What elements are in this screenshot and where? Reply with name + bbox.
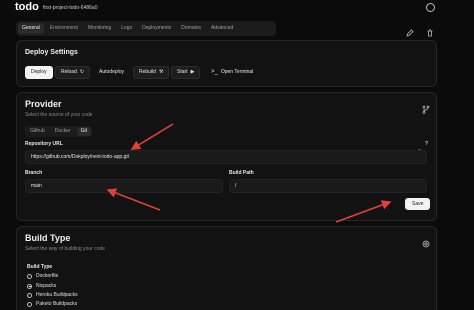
autodeploy-label: Autodeploy: [99, 69, 125, 75]
open-terminal-label: Open Terminal: [220, 69, 254, 75]
lock-icon: [417, 142, 422, 155]
branch-label: Branch: [25, 170, 43, 176]
save-label: Save: [412, 201, 424, 207]
tab-deployments[interactable]: Deployments: [138, 23, 175, 34]
main-tabs: General Environment Monitoring Logs Depl…: [16, 21, 276, 36]
radio-dockerfile[interactable]: Dockerfile: [27, 273, 58, 279]
project-name: first-project-todo-6486a0: [43, 5, 98, 11]
terminal-icon: >_: [211, 69, 218, 75]
app-logo: todo: [15, 1, 39, 13]
tab-git[interactable]: Git: [76, 127, 91, 136]
repository-url-label: Repository URL: [25, 141, 63, 147]
deploy-button[interactable]: Deploy: [25, 66, 53, 79]
tab-docker[interactable]: Docker: [51, 127, 75, 136]
deploy-settings-card: Deploy Settings Deploy Reload ↻ Autodepl…: [16, 40, 437, 87]
build-path-input[interactable]: /: [229, 179, 427, 193]
tab-environment[interactable]: Environment: [46, 23, 82, 34]
build-type-subtitle: Select the way of building your code: [25, 246, 106, 252]
branch-input[interactable]: main: [25, 179, 223, 193]
radio-nixpacks-label: Nixpacks: [36, 283, 57, 289]
radio-paketo[interactable]: Paketo Buildpacks: [27, 301, 77, 307]
delete-icon[interactable]: [426, 24, 434, 37]
edit-icon[interactable]: [406, 24, 414, 37]
radio-heroku-label: Heroku Buildpacks: [36, 292, 78, 298]
tab-advanced[interactable]: Advanced: [207, 23, 237, 34]
play-circle-icon: ▶: [190, 69, 195, 75]
tab-github[interactable]: Github: [26, 127, 49, 136]
rebuild-label: Rebuild: [139, 69, 156, 75]
save-button[interactable]: Save: [405, 198, 431, 210]
reload-button[interactable]: Reload ↻: [55, 66, 91, 79]
deploy-settings-title: Deploy Settings: [25, 49, 78, 56]
repository-url-input[interactable]: https://github.com/Dokploy/next-todo-app…: [25, 150, 427, 164]
build-type-label: Build Type: [27, 264, 53, 270]
provider-card: Provider Select the source of your code …: [16, 92, 437, 221]
start-label: Start: [177, 69, 188, 75]
radio-selected-icon: [27, 283, 32, 289]
radio-circle-icon: [27, 273, 32, 279]
deploy-label: Deploy: [31, 69, 47, 75]
build-type-card: Build Type Select the way of building yo…: [16, 226, 437, 310]
provider-subtitle: Select the source of your code: [25, 112, 93, 118]
radio-paketo-label: Paketo Buildpacks: [36, 301, 78, 307]
build-path-label: Build Path: [229, 170, 254, 176]
start-button[interactable]: Start ▶: [171, 66, 201, 79]
radio-circle-icon: [27, 292, 32, 298]
autodeploy-button[interactable]: Autodeploy: [93, 66, 130, 79]
reload-label: Reload: [61, 69, 77, 75]
open-terminal-button[interactable]: >_ Open Terminal: [205, 66, 259, 79]
gear-icon[interactable]: [422, 235, 430, 248]
tab-domains[interactable]: Domains: [177, 23, 205, 34]
radio-dockerfile-label: Dockerfile: [36, 273, 59, 279]
tab-general[interactable]: General: [18, 23, 44, 34]
radio-heroku[interactable]: Heroku Buildpacks: [27, 292, 78, 298]
radio-nixpacks[interactable]: Nixpacks: [27, 283, 56, 289]
radio-circle-icon: [27, 301, 32, 307]
help-icon[interactable]: ?: [425, 141, 428, 147]
tab-monitoring[interactable]: Monitoring: [84, 23, 115, 34]
settings-globe-icon[interactable]: [426, 3, 435, 12]
hammer-icon: ⚒: [158, 69, 164, 75]
git-branch-icon: [422, 101, 430, 114]
provider-tabs: Github Docker Git: [25, 126, 92, 137]
tab-logs[interactable]: Logs: [117, 23, 136, 34]
provider-title: Provider: [25, 99, 62, 109]
rebuild-button[interactable]: Rebuild ⚒: [133, 66, 170, 79]
build-type-title: Build Type: [25, 233, 71, 243]
reload-icon: ↻: [79, 69, 85, 75]
